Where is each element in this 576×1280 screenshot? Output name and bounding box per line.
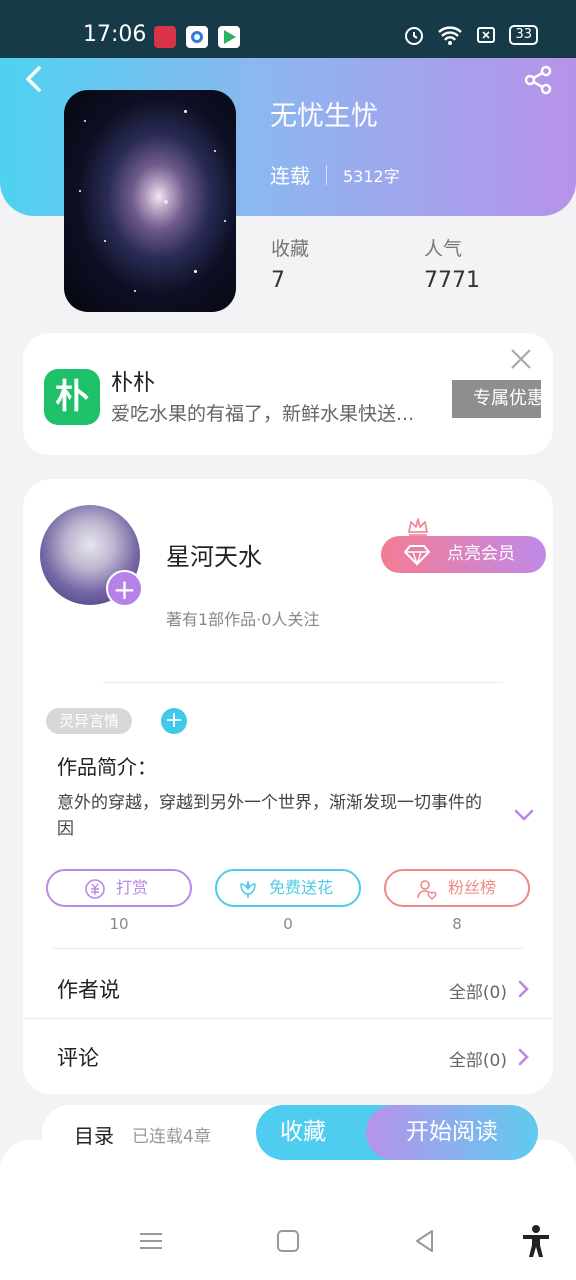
comments-value: 全部(0) bbox=[448, 1051, 507, 1071]
coin-icon bbox=[85, 879, 105, 899]
app-notification-icon bbox=[154, 26, 176, 48]
ad-offer-button[interactable]: 专属优惠 bbox=[452, 380, 541, 418]
sim-icon bbox=[477, 27, 496, 43]
follow-author-button[interactable]: + bbox=[106, 570, 143, 607]
status-bar: 17:06 33 bbox=[0, 0, 576, 60]
menu-icon[interactable] bbox=[136, 1226, 166, 1256]
fan-count: 8 bbox=[452, 915, 462, 933]
app-notification-icon bbox=[186, 26, 208, 48]
stat-label-favorites: 收藏 bbox=[271, 238, 310, 260]
chevron-right-icon bbox=[518, 1048, 529, 1066]
author-says-row[interactable]: 作者说 全部(0) bbox=[23, 954, 553, 1022]
diamond-icon bbox=[404, 545, 430, 566]
start-reading-button[interactable]: 开始阅读 bbox=[366, 1105, 538, 1160]
status-icons: 33 bbox=[403, 24, 538, 46]
accessibility-icon[interactable] bbox=[520, 1224, 552, 1258]
comments-label: 评论 bbox=[57, 1046, 99, 1070]
wifi-icon bbox=[438, 26, 463, 45]
battery-indicator: 33 bbox=[509, 25, 538, 45]
ad-logo: 朴 bbox=[44, 369, 100, 425]
author-card: + 星河天水 著有1部作品·0人关注 点亮会员 灵异言情 + 作品简介： 意外的… bbox=[23, 479, 553, 1094]
chevron-right-icon bbox=[518, 980, 529, 998]
flower-icon bbox=[240, 881, 256, 898]
vip-button[interactable]: 点亮会员 bbox=[381, 536, 546, 573]
word-count: 5312字 bbox=[343, 166, 400, 186]
intro-text: 意外的穿越，穿越到另外一个世界，渐渐发现一切事件的因 bbox=[57, 793, 482, 839]
system-nav-bar bbox=[0, 1200, 576, 1280]
tip-count: 10 bbox=[109, 915, 129, 933]
stat-value-popularity: 7771 bbox=[424, 268, 480, 293]
fan-ranking-label: 粉丝榜 bbox=[448, 878, 497, 897]
fan-ranking-button[interactable]: 粉丝榜 bbox=[384, 869, 530, 907]
book-title: 无忧生忧 bbox=[270, 101, 378, 132]
share-icon[interactable] bbox=[522, 64, 554, 96]
back-nav-icon[interactable] bbox=[410, 1226, 440, 1256]
send-flower-label: 免费送花 bbox=[269, 878, 334, 897]
meta-divider bbox=[326, 164, 327, 185]
book-cover[interactable] bbox=[64, 90, 236, 312]
book-meta: 连载 5312字 bbox=[270, 160, 400, 189]
tip-label: 打赏 bbox=[116, 878, 149, 897]
flower-count: 0 bbox=[283, 915, 293, 933]
send-flower-button[interactable]: 免费送花 bbox=[215, 869, 361, 907]
close-icon[interactable] bbox=[509, 347, 533, 371]
home-icon[interactable] bbox=[273, 1226, 303, 1256]
bottom-action-bar: 目录 已连载4章 收藏 开始阅读 bbox=[42, 1105, 538, 1160]
divider bbox=[53, 948, 523, 949]
author-name[interactable]: 星河天水 bbox=[166, 537, 262, 572]
catalog-button[interactable]: 目录 bbox=[74, 1120, 114, 1149]
genre-tag[interactable]: 灵异言情 bbox=[46, 708, 132, 734]
book-status: 连载 bbox=[270, 164, 310, 188]
intro-title: 作品简介： bbox=[57, 755, 157, 779]
comments-row[interactable]: 评论 全部(0) bbox=[23, 1022, 553, 1090]
author-says-label: 作者说 bbox=[57, 978, 120, 1002]
add-tag-button[interactable]: + bbox=[161, 708, 187, 734]
vip-button-label: 点亮会员 bbox=[447, 544, 515, 564]
ad-banner[interactable]: 朴 朴朴 爱吃水果的有福了，新鲜水果快送... 专属优惠 bbox=[23, 333, 553, 455]
author-says-value: 全部(0) bbox=[448, 983, 507, 1003]
app-notification-icon bbox=[218, 26, 240, 48]
back-icon[interactable] bbox=[20, 64, 50, 94]
status-time: 17:06 bbox=[83, 22, 147, 47]
stat-label-popularity: 人气 bbox=[424, 238, 463, 260]
divider bbox=[103, 682, 503, 683]
user-heart-icon bbox=[417, 880, 437, 900]
alarm-icon bbox=[405, 27, 424, 45]
ad-description: 爱吃水果的有福了，新鲜水果快送... bbox=[111, 403, 415, 425]
chevron-down-icon[interactable] bbox=[513, 807, 535, 823]
chapter-count: 已连载4章 bbox=[132, 1127, 211, 1147]
ad-title: 朴朴 bbox=[111, 371, 156, 396]
tip-button[interactable]: 打赏 bbox=[46, 869, 192, 907]
divider bbox=[23, 1018, 553, 1019]
author-subtitle: 著有1部作品·0人关注 bbox=[166, 610, 320, 629]
stat-value-favorites: 7 bbox=[271, 268, 285, 293]
crown-icon bbox=[408, 518, 428, 536]
